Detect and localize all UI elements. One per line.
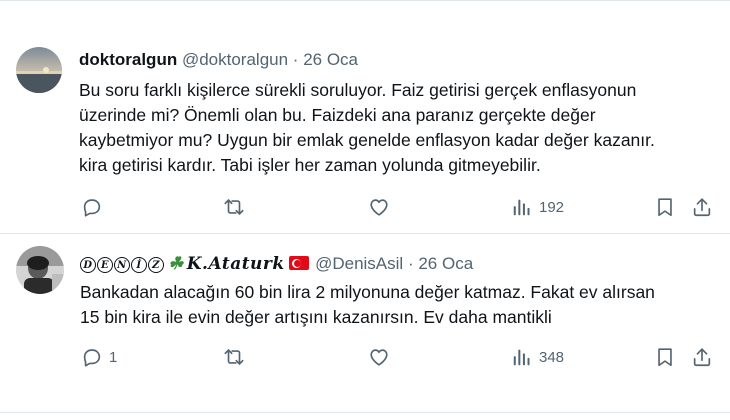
- tweet-date[interactable]: 26 Oca: [418, 254, 473, 273]
- share-icon: [693, 348, 711, 367]
- bookmark-button[interactable]: [654, 344, 676, 370]
- name-letter: Z: [148, 257, 164, 273]
- share-button[interactable]: [691, 194, 713, 220]
- separator-dot: ·: [292, 50, 299, 69]
- name-letter: E: [97, 257, 113, 273]
- reply-icon: [83, 349, 101, 367]
- bookmark-icon: [658, 198, 672, 217]
- action-bar: 1 348: [80, 344, 720, 370]
- display-name[interactable]: D E N İ Z ☘ K.Ataturk: [80, 254, 315, 274]
- tweet-header: D E N İ Z ☘ K.Ataturk @DenisAsil · 26 Oca: [80, 253, 473, 275]
- view-count: 348: [539, 348, 565, 366]
- turkey-flag-icon: [288, 256, 309, 270]
- views-icon: [513, 199, 530, 216]
- handle[interactable]: @doktoralgun: [182, 50, 288, 69]
- like-icon: [370, 199, 388, 216]
- display-name-text: K.Ataturk: [186, 254, 285, 274]
- reply-icon: [83, 199, 101, 217]
- reply-button[interactable]: 1: [81, 344, 117, 370]
- avatar-denisasil[interactable]: [16, 246, 64, 294]
- like-button[interactable]: [368, 344, 390, 370]
- tweet-text: Bu soru farklı kişilerce sürekli soruluy…: [79, 80, 655, 175]
- reply-count: 1: [109, 348, 118, 366]
- name-letter: N: [114, 257, 130, 273]
- tweet-header: doktoralgun @doktoralgun · 26 Oca: [79, 49, 358, 71]
- tweet-doktoralgun[interactable]: doktoralgun @doktoralgun · 26 Oca Bu sor…: [0, 0, 730, 233]
- bottom-divider: [0, 412, 730, 413]
- handle[interactable]: @DenisAsil: [315, 254, 403, 273]
- retweet-button[interactable]: [223, 344, 245, 370]
- like-button[interactable]: [368, 194, 390, 220]
- tweet-denisasil[interactable]: D E N İ Z ☘ K.Ataturk @DenisAsil · 26 Oca Bank…: [0, 234, 730, 420]
- share-button[interactable]: [691, 344, 713, 370]
- tweet-text: Bankadan alacağın 60 bin lira 2 milyonun…: [80, 282, 655, 327]
- action-bar: 192: [79, 194, 719, 220]
- views-icon: [513, 349, 530, 366]
- bookmark-button[interactable]: [654, 194, 676, 220]
- name-letter: İ: [131, 257, 147, 273]
- tweet-date[interactable]: 26 Oca: [303, 50, 358, 69]
- display-name[interactable]: doktoralgun: [79, 50, 177, 69]
- retweet-button[interactable]: [223, 194, 245, 220]
- views-button[interactable]: 192: [511, 194, 564, 220]
- separator-dot: ·: [407, 254, 414, 273]
- view-count: 192: [539, 198, 565, 216]
- retweet-icon: [224, 349, 244, 365]
- retweet-icon: [224, 199, 244, 215]
- avatar-doktoralgun[interactable]: [16, 47, 62, 93]
- name-letter: D: [80, 257, 96, 273]
- share-icon: [693, 198, 711, 217]
- bookmark-icon: [658, 348, 672, 367]
- reply-button[interactable]: [81, 194, 109, 220]
- clover-icon: ☘: [168, 254, 184, 274]
- views-button[interactable]: 348: [511, 344, 564, 370]
- like-icon: [370, 349, 388, 366]
